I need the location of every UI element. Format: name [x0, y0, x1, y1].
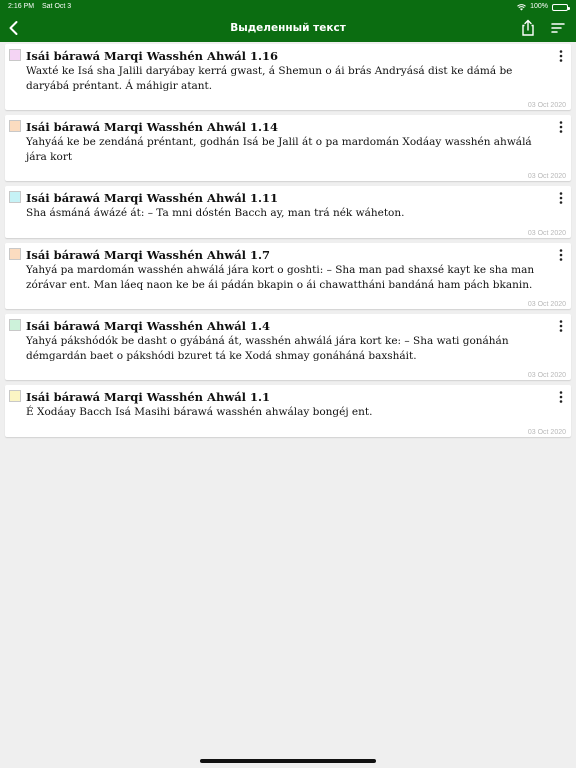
- more-button[interactable]: [555, 318, 567, 334]
- highlight-card[interactable]: Isái bárawá Marqi Wasshén Ahwál 1.1 É Xo…: [5, 385, 571, 437]
- highlight-title: Isái bárawá Marqi Wasshén Ahwál 1.7: [26, 248, 271, 262]
- more-button[interactable]: [555, 190, 567, 206]
- highlight-text: É Xodáay Bacch Isá Masihi bárawá wasshén…: [26, 406, 373, 418]
- highlight-date: 03 Oct 2020: [527, 230, 566, 237]
- highlight-color-swatch: [9, 49, 21, 61]
- more-vertical-icon: [559, 320, 563, 332]
- highlight-card[interactable]: Isái bárawá Marqi Wasshén Ahwál 1.16 Wax…: [5, 44, 571, 110]
- highlight-color-swatch: [9, 319, 21, 331]
- highlight-color-swatch: [9, 120, 21, 132]
- highlight-title: Isái bárawá Marqi Wasshén Ahwál 1.14: [26, 120, 279, 134]
- more-vertical-icon: [559, 391, 563, 403]
- status-date: Sat Oct 3: [42, 3, 72, 10]
- highlight-date: 03 Oct 2020: [527, 102, 566, 109]
- highlight-list: Isái bárawá Marqi Wasshén Ahwál 1.16 Wax…: [5, 44, 571, 442]
- more-button[interactable]: [555, 247, 567, 263]
- highlight-title: Isái bárawá Marqi Wasshén Ahwál 1.16: [26, 49, 279, 63]
- highlight-date: 03 Oct 2020: [527, 429, 566, 436]
- highlight-text: Yahyá pákshódók be dasht o gyábáná át, w…: [26, 335, 509, 362]
- highlight-card[interactable]: Isái bárawá Marqi Wasshén Ahwál 1.4 Yahy…: [5, 314, 571, 380]
- highlight-title: Isái bárawá Marqi Wasshén Ahwál 1.11: [26, 191, 279, 205]
- highlight-text: Sha ásmáná áwázé át: – Ta mni dóstén Bac…: [26, 207, 405, 219]
- highlight-color-swatch: [9, 390, 21, 402]
- wifi-icon: [517, 3, 526, 10]
- highlight-color-swatch: [9, 248, 21, 260]
- highlight-card[interactable]: Isái bárawá Marqi Wasshén Ahwál 1.7 Yahy…: [5, 243, 571, 309]
- status-time: 2:16 PM: [8, 3, 35, 10]
- sort-button[interactable]: [548, 18, 568, 38]
- more-vertical-icon: [559, 121, 563, 133]
- battery-icon: [552, 3, 570, 11]
- more-button[interactable]: [555, 48, 567, 64]
- status-bar: 2:16 PM Sat Oct 3 100%: [0, 0, 576, 14]
- battery-percent: 100%: [530, 3, 548, 10]
- more-button[interactable]: [555, 119, 567, 135]
- highlight-text: Yahyáá ke be zendáná préntant, godhán Is…: [26, 136, 532, 163]
- highlight-date: 03 Oct 2020: [527, 301, 566, 308]
- highlight-date: 03 Oct 2020: [527, 372, 566, 379]
- status-right: 100%: [517, 0, 570, 14]
- sort-icon: [551, 23, 565, 33]
- highlight-text: Waxté ke Isá sha Jalili daryábay kerrá g…: [26, 65, 513, 92]
- highlight-date: 03 Oct 2020: [527, 173, 566, 180]
- highlight-title: Isái bárawá Marqi Wasshén Ahwál 1.1: [26, 390, 271, 404]
- highlight-color-swatch: [9, 191, 21, 203]
- highlight-card[interactable]: Isái bárawá Marqi Wasshén Ahwál 1.11 Sha…: [5, 186, 571, 238]
- more-button[interactable]: [555, 389, 567, 405]
- share-icon: [522, 19, 534, 36]
- more-vertical-icon: [559, 192, 563, 204]
- page-title: Выделенный текст: [230, 22, 346, 34]
- share-button[interactable]: [518, 18, 538, 38]
- highlight-text: Yahyá pa mardomán wasshén ahwálá jára ko…: [26, 264, 535, 291]
- more-vertical-icon: [559, 50, 563, 62]
- more-vertical-icon: [559, 249, 563, 261]
- highlight-card[interactable]: Isái bárawá Marqi Wasshén Ahwál 1.14 Yah…: [5, 115, 571, 181]
- highlight-title: Isái bárawá Marqi Wasshén Ahwál 1.4: [26, 319, 271, 333]
- nav-bar: Выделенный текст: [0, 14, 576, 42]
- home-indicator: [200, 759, 376, 763]
